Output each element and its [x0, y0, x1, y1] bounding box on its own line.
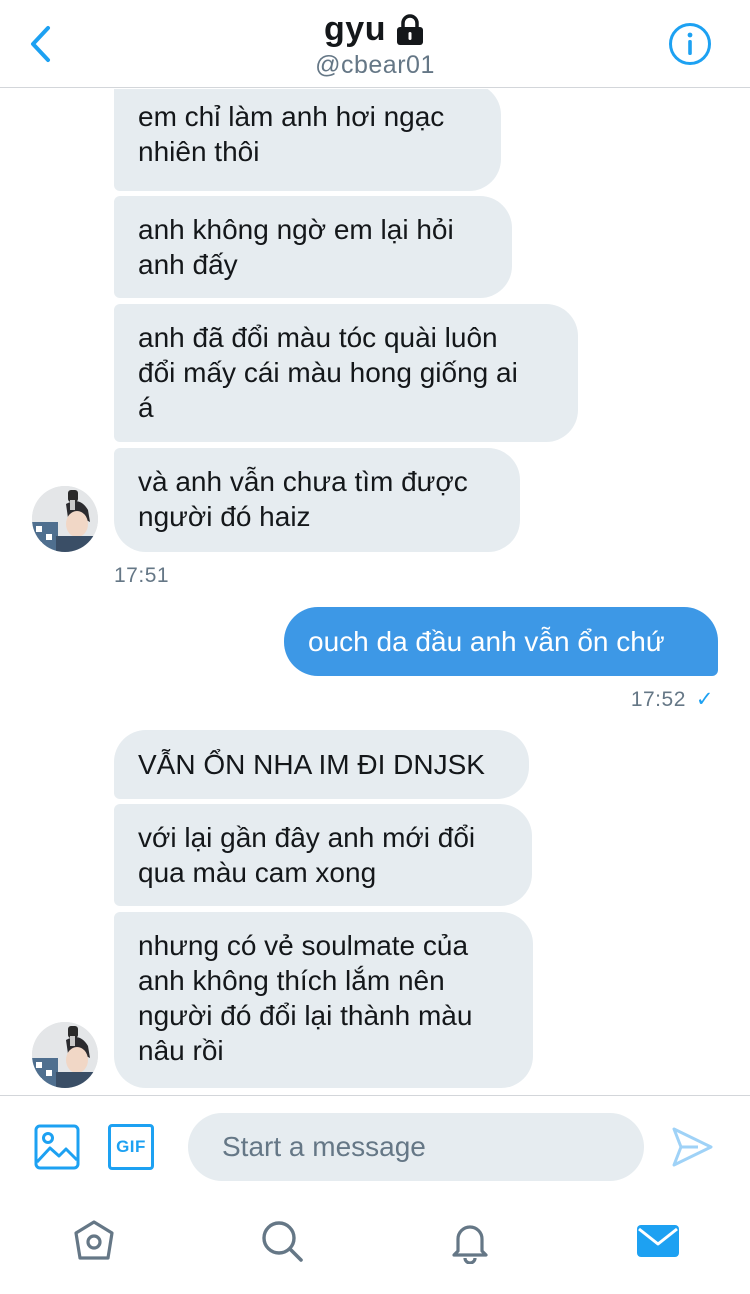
incoming-message[interactable]: và anh vẫn chưa tìm được người đó haiz: [114, 448, 520, 552]
message-text: anh đã đổi màu tóc quài luôn: [138, 322, 498, 353]
info-icon: [669, 23, 711, 65]
info-button[interactable]: [668, 22, 712, 66]
add-photo-button[interactable]: [34, 1124, 80, 1170]
lock-icon: [394, 13, 426, 47]
message-text: qua màu cam xong: [138, 857, 377, 888]
message-text: em chỉ làm anh hơi ngạc: [138, 101, 445, 132]
message-text: với lại gần đây anh mới đổi: [138, 822, 476, 853]
image-icon: [34, 1124, 80, 1170]
message-text: nhưng có vẻ soulmate của: [138, 930, 469, 961]
message-timestamp: 17:52 ✓: [631, 687, 714, 712]
incoming-message[interactable]: với lại gần đây anh mới đổi qua màu cam …: [114, 804, 532, 906]
messages-icon: [637, 1225, 679, 1257]
message-text: anh không thích lắm nên: [138, 965, 445, 996]
conversation-handle: @cbear01: [315, 51, 435, 79]
message-thread[interactable]: em chỉ làm anh hơi ngạc nhiên thôi anh k…: [0, 89, 750, 1095]
message-text: VẪN ỔN NHA IM ĐI DNJSK: [138, 749, 485, 780]
tab-home[interactable]: [68, 1215, 120, 1267]
message-text: đổi mấy cái màu hong giống ai: [138, 357, 518, 388]
message-text: á: [138, 392, 154, 423]
incoming-message[interactable]: anh đã đổi màu tóc quài luôn đổi mấy cái…: [114, 304, 578, 442]
message-text: nâu rồi: [138, 1035, 224, 1066]
conversation-title-block[interactable]: gyu @cbear01: [0, 10, 750, 80]
gif-icon: GIF: [108, 1124, 154, 1170]
message-text: anh đấy: [138, 249, 238, 280]
message-composer: GIF: [0, 1095, 750, 1197]
bottom-tab-bar: [0, 1197, 750, 1294]
sent-check-icon: ✓: [695, 688, 714, 711]
message-text: ouch da đầu anh vẫn ổn chứ: [308, 626, 665, 657]
home-icon: [74, 1220, 114, 1260]
message-text: anh không ngờ em lại hỏi: [138, 214, 454, 245]
message-input[interactable]: [188, 1113, 644, 1181]
message-text: người đó haiz: [138, 501, 311, 532]
send-icon: [672, 1127, 713, 1167]
conversation-header: gyu @cbear01: [0, 0, 750, 88]
message-text: và anh vẫn chưa tìm được: [138, 466, 468, 497]
message-text: người đó đổi lại thành màu: [138, 1000, 473, 1031]
tab-messages[interactable]: [632, 1215, 684, 1267]
avatar[interactable]: [32, 486, 98, 552]
incoming-message[interactable]: nhưng có vẻ soulmate của anh không thích…: [114, 912, 533, 1088]
tab-notifications[interactable]: [444, 1215, 496, 1267]
timestamp-text: 17:52: [630, 687, 686, 711]
gif-label: GIF: [116, 1137, 146, 1156]
add-gif-button[interactable]: GIF: [108, 1124, 154, 1170]
notifications-icon: [452, 1225, 488, 1264]
incoming-message[interactable]: anh không ngờ em lại hỏi anh đấy: [114, 196, 512, 298]
outgoing-message[interactable]: ouch da đầu anh vẫn ổn chứ: [284, 607, 718, 676]
search-icon: [262, 1221, 303, 1262]
send-button[interactable]: [669, 1124, 715, 1170]
conversation-title: gyu: [324, 10, 386, 48]
tab-search[interactable]: [256, 1215, 308, 1267]
incoming-message[interactable]: em chỉ làm anh hơi ngạc nhiên thôi: [114, 89, 501, 191]
incoming-message[interactable]: VẪN ỔN NHA IM ĐI DNJSK: [114, 730, 529, 799]
avatar[interactable]: [32, 1022, 98, 1088]
message-text: nhiên thôi: [138, 136, 260, 167]
message-timestamp: 17:51: [114, 564, 170, 587]
